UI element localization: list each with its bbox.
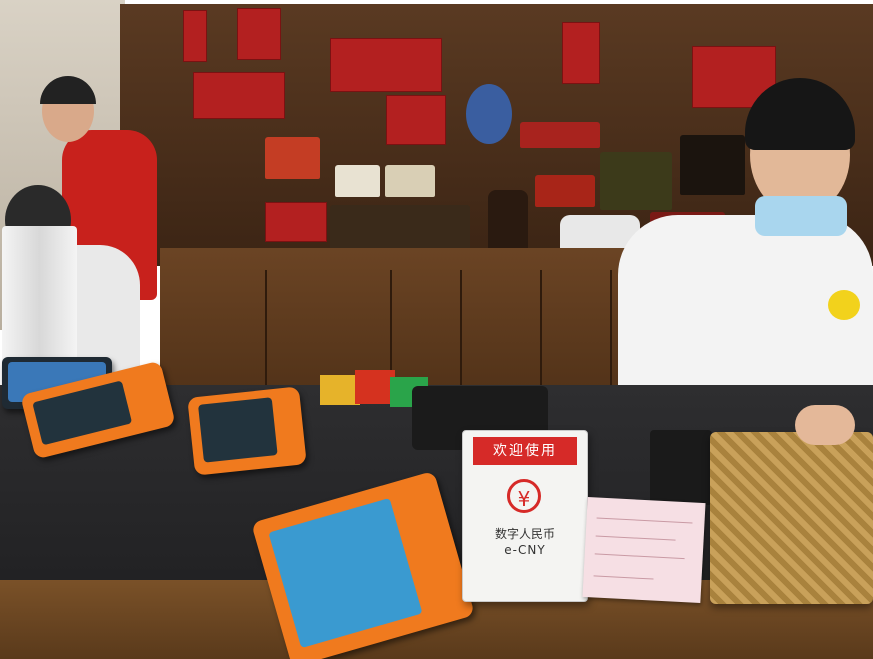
gift-box xyxy=(193,72,285,119)
sign-line-2: e-CNY xyxy=(504,543,546,557)
terminal-screen xyxy=(268,497,423,649)
bottle-row xyxy=(385,165,435,197)
gift-box xyxy=(183,10,207,62)
yuan-logo-icon: ¥ xyxy=(507,479,541,513)
bottle-row xyxy=(680,135,745,195)
decorative-plate xyxy=(466,84,512,144)
smiley-badge xyxy=(828,290,860,320)
bottle-row xyxy=(600,152,672,210)
payment-terminal[interactable] xyxy=(187,386,307,476)
gift-box xyxy=(265,202,327,242)
bottle-row xyxy=(265,137,320,179)
cashier-hand xyxy=(795,405,855,445)
bottle-row xyxy=(535,175,595,207)
sign-header: 欢迎使用 xyxy=(473,437,577,465)
terminal-screen xyxy=(198,397,278,463)
bottle-row xyxy=(520,122,600,148)
gift-box xyxy=(386,95,446,145)
card-reader-box xyxy=(650,430,712,505)
ecny-sign: 欢迎使用 ¥ 数字人民币 e-CNY xyxy=(462,430,588,602)
gift-box xyxy=(237,8,281,60)
receipt-slip xyxy=(582,496,706,604)
bottle-row xyxy=(335,165,380,197)
photo-scene: 欢迎使用 ¥ 数字人民币 e-CNY xyxy=(0,0,873,659)
sign-line-1: 数字人民币 xyxy=(494,527,555,541)
face-mask xyxy=(755,196,847,236)
woven-basket xyxy=(710,432,873,604)
gift-box xyxy=(562,22,600,84)
terminal-screen xyxy=(32,380,133,446)
gift-box xyxy=(330,38,442,92)
cup-stack xyxy=(2,226,77,376)
